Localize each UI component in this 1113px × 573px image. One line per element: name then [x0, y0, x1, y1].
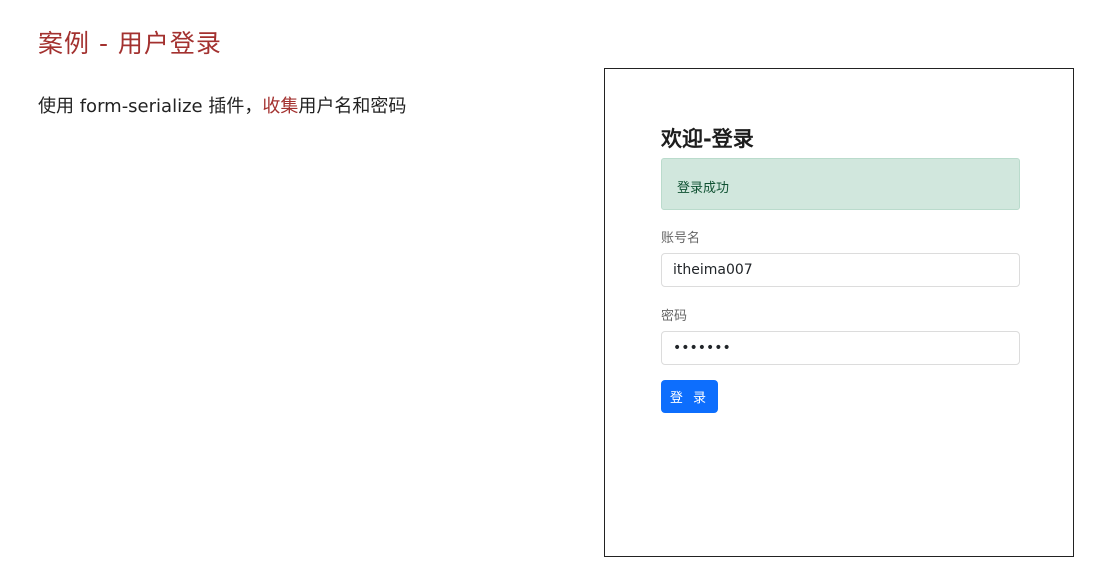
login-button[interactable]: 登 录 — [661, 380, 718, 413]
success-alert: 登录成功 — [661, 158, 1020, 210]
username-label: 账号名 — [661, 231, 701, 246]
password-label: 密码 — [661, 309, 688, 324]
slide-title: 案例 - 用户登录 — [38, 29, 222, 58]
description-prefix: 使用 form-serialize 插件， — [38, 96, 263, 117]
description-suffix: 用户名和密码 — [298, 96, 407, 117]
slide-description: 使用 form-serialize 插件，收集用户名和密码 — [38, 92, 406, 118]
password-input[interactable] — [661, 331, 1020, 365]
slide-page: 案例 - 用户登录 使用 form-serialize 插件，收集用户名和密码 … — [0, 0, 1113, 573]
login-heading: 欢迎-登录 — [661, 127, 754, 151]
username-input[interactable] — [661, 253, 1020, 287]
success-alert-text: 登录成功 — [677, 181, 730, 196]
description-highlight: 收集 — [262, 96, 299, 117]
login-demo-frame: 欢迎-登录 登录成功 账号名 密码 登 录 — [604, 68, 1074, 557]
